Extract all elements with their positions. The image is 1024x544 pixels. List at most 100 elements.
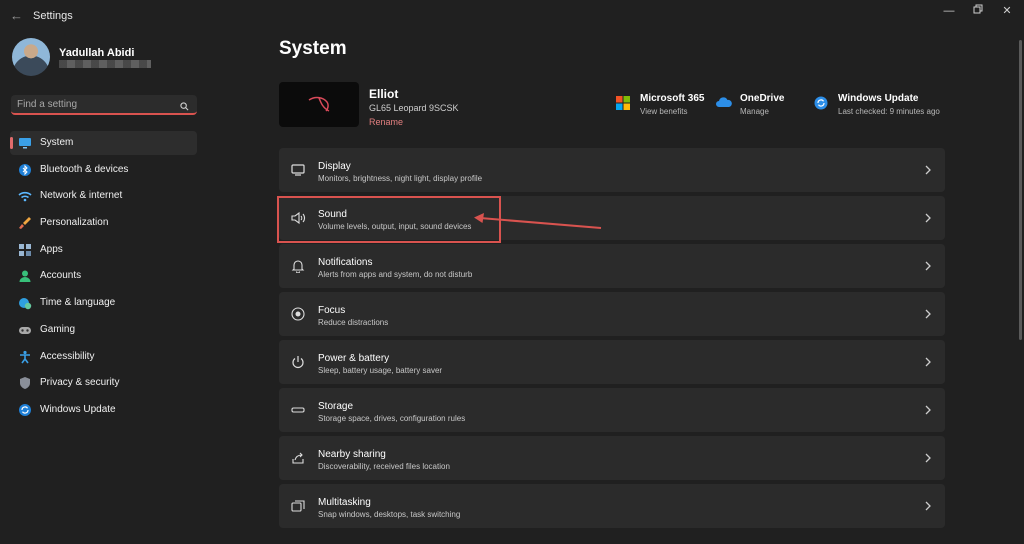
- device-name: Elliot: [369, 87, 399, 101]
- sidebar-item-label: Privacy & security: [40, 377, 120, 389]
- sidebar-item-bluetooth[interactable]: Bluetooth & devices: [10, 158, 197, 182]
- profile-name: Yadullah Abidi: [59, 47, 135, 59]
- sidebar-item-label: Network & internet: [40, 190, 123, 202]
- device-thumbnail: [279, 82, 359, 127]
- quick-link-subtitle: Last checked: 9 minutes ago: [838, 107, 940, 116]
- windows-update-icon: [814, 96, 828, 110]
- sidebar-item-label: Windows Update: [40, 403, 116, 415]
- card-subtitle: Snap windows, desktops, task switching: [318, 510, 461, 519]
- sidebar-item-label: Apps: [40, 243, 63, 255]
- avatar[interactable]: [12, 38, 50, 76]
- card-multitasking[interactable]: Multitasking Snap windows, desktops, tas…: [279, 484, 945, 528]
- search-icon[interactable]: [180, 98, 189, 116]
- focus-icon: [291, 307, 305, 321]
- sidebar-item-apps[interactable]: Apps: [10, 238, 197, 262]
- page-title: System: [279, 38, 347, 59]
- globe-clock-icon: [18, 296, 32, 310]
- rename-link[interactable]: Rename: [369, 117, 403, 127]
- chevron-right-icon: [923, 403, 933, 417]
- chevron-right-icon: [923, 163, 933, 177]
- chevron-right-icon: [923, 307, 933, 321]
- back-arrow-icon[interactable]: ←: [10, 9, 24, 23]
- annotation-highlight-box: [277, 196, 501, 243]
- annotation-arrow-icon: [474, 213, 602, 229]
- title-bar: ← Settings — ✕: [0, 0, 1024, 32]
- sidebar-nav: System Bluetooth & devices Network & int…: [10, 131, 197, 425]
- chevron-right-icon: [923, 211, 933, 225]
- display-icon: [291, 163, 305, 177]
- card-nearby-sharing[interactable]: Nearby sharing Discoverability, received…: [279, 436, 945, 480]
- sidebar-item-label: Accounts: [40, 270, 82, 282]
- card-storage[interactable]: Storage Storage space, drives, configura…: [279, 388, 945, 432]
- quick-link-subtitle: View benefits: [640, 107, 688, 116]
- share-icon: [291, 451, 305, 465]
- sidebar-item-personalization[interactable]: Personalization: [10, 211, 197, 235]
- storage-icon: [291, 403, 305, 417]
- sidebar-item-label: Accessibility: [40, 350, 95, 362]
- quick-link-title: Microsoft 365: [640, 93, 705, 104]
- chevron-right-icon: [923, 259, 933, 273]
- sidebar-item-time-language[interactable]: Time & language: [10, 291, 197, 315]
- quick-link-subtitle: Manage: [740, 107, 769, 116]
- card-title: Nearby sharing: [318, 449, 386, 460]
- bluetooth-icon: [18, 163, 32, 177]
- search-input[interactable]: [17, 98, 172, 111]
- profile-email-redacted: [59, 60, 151, 68]
- sidebar-item-label: Bluetooth & devices: [40, 163, 129, 175]
- card-subtitle: Discoverability, received files location: [318, 462, 450, 471]
- card-subtitle: Reduce distractions: [318, 318, 389, 327]
- card-subtitle: Monitors, brightness, night light, displ…: [318, 174, 483, 183]
- card-title: Display: [318, 161, 351, 172]
- device-wallpaper-icon: [308, 96, 330, 112]
- bell-icon: [291, 259, 305, 274]
- sidebar-item-accounts[interactable]: Accounts: [10, 264, 197, 288]
- chevron-right-icon: [923, 499, 933, 513]
- update-icon: [18, 403, 32, 417]
- accessibility-icon: [18, 350, 32, 364]
- sidebar-item-system[interactable]: System: [10, 131, 197, 155]
- brush-icon: [18, 216, 32, 230]
- card-title: Power & battery: [318, 353, 390, 364]
- apps-icon: [18, 243, 32, 257]
- card-subtitle: Sleep, battery usage, battery saver: [318, 366, 443, 375]
- card-subtitle: Storage space, drives, configuration rul…: [318, 414, 466, 423]
- device-model: GL65 Leopard 9SCSK: [369, 103, 459, 113]
- sidebar-item-gaming[interactable]: Gaming: [10, 318, 197, 342]
- sidebar-item-label: System: [40, 137, 74, 148]
- sidebar-item-windows-update[interactable]: Windows Update: [10, 398, 197, 422]
- quick-link-title: Windows Update: [838, 93, 919, 104]
- close-icon[interactable]: ✕: [998, 4, 1016, 18]
- card-subtitle: Alerts from apps and system, do not dist…: [318, 270, 473, 279]
- wifi-icon: [18, 189, 32, 203]
- card-title: Multitasking: [318, 497, 371, 508]
- chevron-right-icon: [923, 451, 933, 465]
- gamepad-icon: [18, 323, 32, 337]
- quick-link-title: OneDrive: [740, 93, 785, 104]
- sidebar-item-label: Gaming: [40, 323, 76, 335]
- card-title: Notifications: [318, 257, 373, 268]
- card-title: Focus: [318, 305, 346, 316]
- search-box[interactable]: [11, 95, 197, 115]
- onedrive-icon: [716, 96, 732, 110]
- card-focus[interactable]: Focus Reduce distractions: [279, 292, 945, 336]
- minimize-icon[interactable]: —: [940, 4, 958, 18]
- sidebar-item-label: Time & language: [40, 297, 116, 309]
- sidebar-item-network[interactable]: Network & internet: [10, 184, 197, 208]
- card-notifications[interactable]: Notifications Alerts from apps and syste…: [279, 244, 945, 288]
- card-power-battery[interactable]: Power & battery Sleep, battery usage, ba…: [279, 340, 945, 384]
- chevron-right-icon: [923, 355, 933, 369]
- sidebar-item-label: Personalization: [40, 217, 109, 229]
- power-icon: [291, 355, 305, 369]
- shield-icon: [18, 376, 32, 390]
- maximize-icon[interactable]: [969, 4, 987, 18]
- scrollbar[interactable]: [1019, 40, 1022, 340]
- sidebar-item-accessibility[interactable]: Accessibility: [10, 345, 197, 369]
- sidebar-item-privacy[interactable]: Privacy & security: [10, 371, 197, 395]
- monitor-icon: [18, 136, 32, 150]
- card-title: Storage: [318, 401, 354, 412]
- app-title: Settings: [33, 10, 73, 22]
- person-icon: [18, 269, 32, 283]
- multitasking-icon: [291, 499, 305, 513]
- microsoft-365-icon: [616, 96, 630, 110]
- card-display[interactable]: Display Monitors, brightness, night ligh…: [279, 148, 945, 192]
